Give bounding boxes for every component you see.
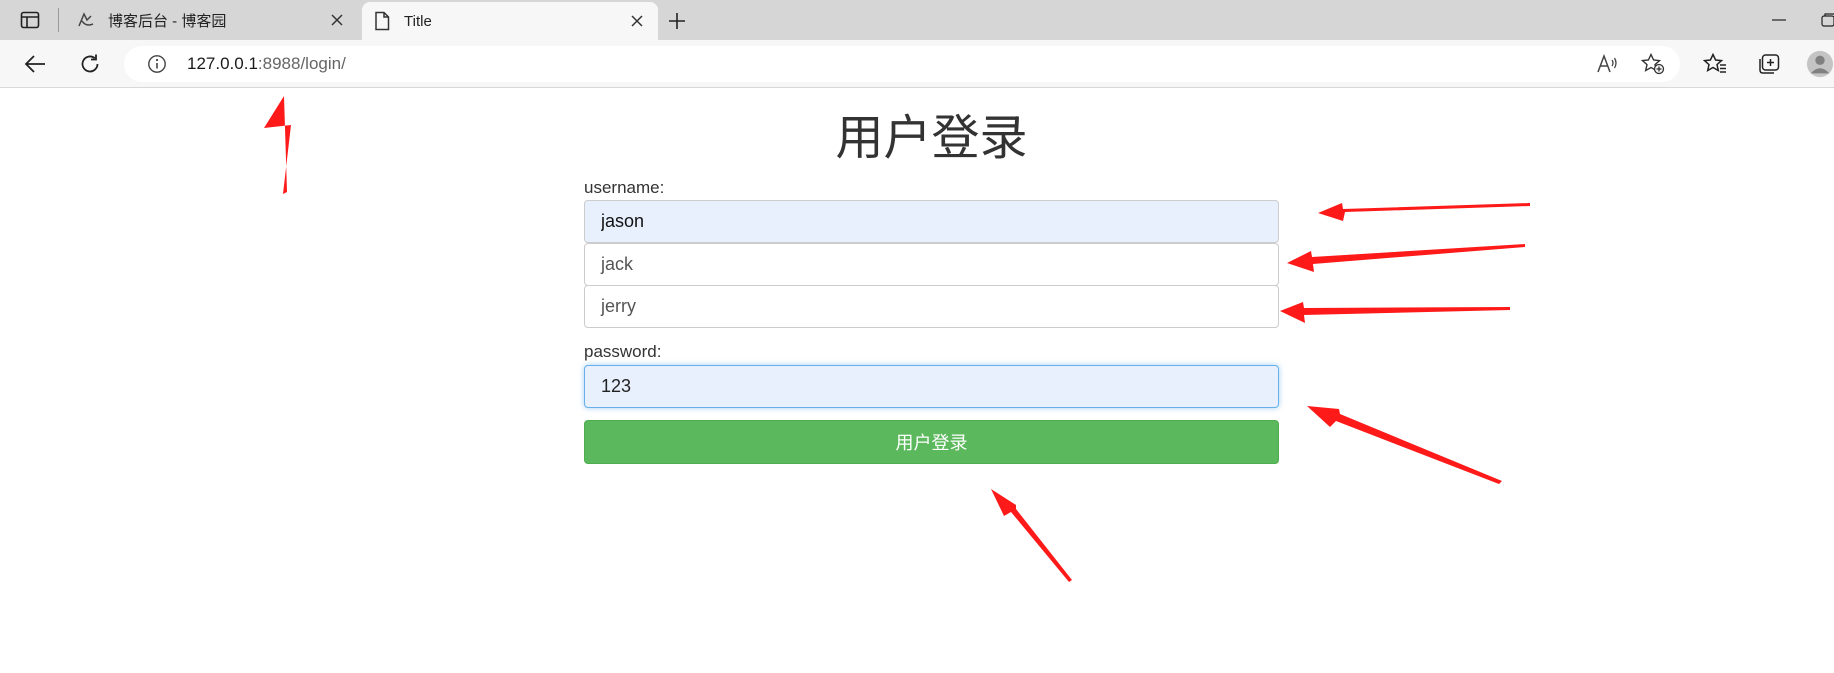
annotation-arrow (1307, 406, 1502, 484)
read-aloud-icon[interactable] (1594, 52, 1620, 76)
annotation-arrow (1318, 203, 1530, 221)
password-input[interactable] (584, 365, 1279, 408)
browser-toolbar: 127.0.0.1:8988/login/ (0, 40, 1834, 88)
url-host: 127.0.0.1 (187, 54, 258, 73)
annotation-arrow (1287, 244, 1525, 272)
refresh-icon[interactable] (74, 48, 106, 80)
annotation-arrows (264, 96, 1530, 582)
back-arrow-icon[interactable] (19, 48, 51, 80)
tab-separator (58, 8, 59, 32)
profile-avatar-icon[interactable] (1806, 48, 1834, 80)
tab-title: Title (404, 12, 432, 30)
restore-window-icon[interactable] (1818, 10, 1834, 30)
username-input[interactable] (584, 200, 1279, 243)
page-icon (372, 11, 392, 31)
close-icon[interactable] (326, 9, 348, 31)
url-path: :8988/login/ (257, 54, 346, 73)
collections-icon[interactable] (1753, 48, 1785, 80)
page-title: 用户登录 (835, 110, 1028, 166)
new-tab-plus-icon[interactable] (664, 8, 690, 34)
add-favorite-star-icon[interactable] (1640, 52, 1666, 76)
tab-title: 博客后台 - 博客园 (108, 12, 227, 30)
annotation-arrow (991, 489, 1072, 582)
autocomplete-option-jerry[interactable]: jerry (584, 285, 1279, 328)
address-url[interactable]: 127.0.0.1:8988/login/ (187, 54, 346, 74)
autocomplete-option-jack[interactable]: jack (584, 243, 1279, 286)
close-icon[interactable] (626, 10, 648, 32)
username-label: username: (584, 178, 665, 197)
tab-cnblogs[interactable]: 博客后台 - 博客园 (66, 0, 358, 40)
minimize-icon[interactable] (1764, 8, 1794, 32)
tab-actions-menu-icon[interactable] (16, 8, 44, 32)
address-bar[interactable]: 127.0.0.1:8988/login/ (124, 46, 1680, 82)
annotation-arrow (1280, 302, 1510, 323)
site-info-icon[interactable] (146, 53, 168, 75)
browser-tab-strip: 博客后台 - 博客园 Title (0, 0, 1834, 40)
annotation-arrow (264, 96, 291, 194)
favorites-icon[interactable] (1699, 48, 1731, 80)
password-label: password: (584, 342, 662, 361)
tab-title-page[interactable]: Title (362, 2, 658, 40)
cnblogs-icon (76, 10, 96, 30)
login-submit-button[interactable]: 用户登录 (584, 420, 1279, 464)
